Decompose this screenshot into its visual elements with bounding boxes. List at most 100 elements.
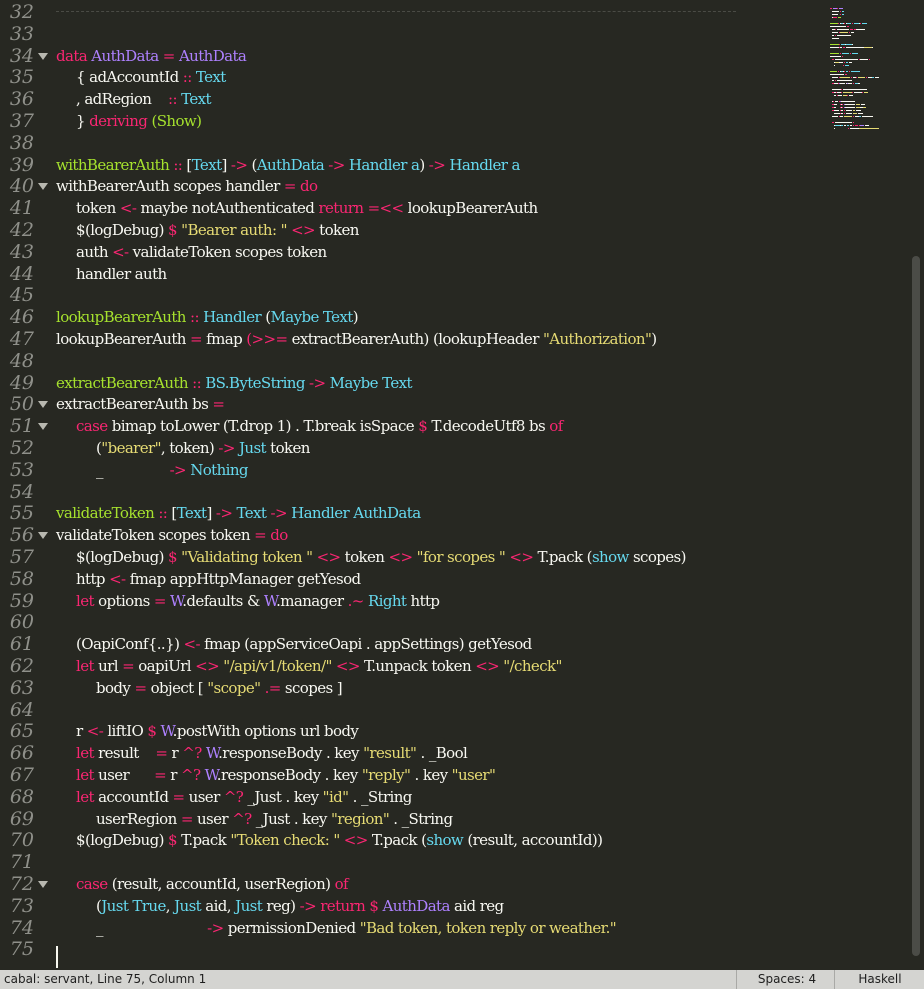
- code-line[interactable]: , adRegion :: Text: [76, 88, 212, 110]
- code-token: permissionDenied: [227, 918, 360, 937]
- code-token: =: [212, 395, 225, 414]
- fold-arrow-icon[interactable]: [38, 183, 48, 191]
- code-line[interactable]: handler auth: [76, 263, 167, 285]
- code-token: T.pack: [181, 831, 231, 850]
- code-token: <>: [509, 548, 538, 566]
- line-number: 50: [9, 393, 34, 416]
- code-line[interactable]: (Just True, Just aid, Just reg) -> retur…: [96, 895, 504, 917]
- code-token: extractBearerAuth) (lookupHeader: [291, 330, 543, 348]
- minimap-stroke: [853, 110, 855, 111]
- code-token: "region": [330, 809, 394, 828]
- minimap-stroke: [844, 23, 845, 24]
- code-line[interactable]: case bimap toLower (T.drop 1) . T.break …: [76, 415, 563, 437]
- code-line[interactable]: _ -> Nothing: [96, 459, 249, 481]
- minimap-stroke: [845, 74, 847, 75]
- minimap-stroke: [846, 71, 848, 72]
- minimap-stroke: [842, 56, 843, 57]
- minimap-stroke: [872, 47, 873, 48]
- code-line[interactable]: token <- maybe notAuthenticated return =…: [76, 197, 538, 219]
- minimap-stroke: [841, 92, 842, 93]
- code-line[interactable]: body = object [ "scope" .= scopes ]: [96, 677, 343, 699]
- minimap-stroke: [841, 113, 843, 114]
- code-line[interactable]: validateToken scopes token = do: [56, 524, 288, 546]
- code-line[interactable]: $(logDebug) $ "Bearer auth: " <> token: [76, 219, 359, 241]
- code-token: let: [76, 744, 99, 763]
- code-line[interactable]: ("bearer", token) -> Just token: [96, 437, 310, 459]
- line-number: 59: [9, 589, 34, 612]
- code-token: =: [172, 787, 189, 806]
- minimap-stroke: [862, 23, 867, 24]
- code-token: . _Bool: [420, 744, 468, 763]
- fold-arrow-icon[interactable]: [38, 401, 48, 409]
- code-line[interactable]: extractBearerAuth :: BS.ByteString -> Ma…: [56, 372, 412, 394]
- minimap[interactable]: [830, 0, 910, 150]
- minimap-stroke: [835, 35, 836, 36]
- code-line[interactable]: lookupBearerAuth :: Handler (Maybe Text): [56, 306, 359, 328]
- code-line[interactable]: let url = oapiUrl <> "/api/v1/token/" <>…: [76, 655, 562, 677]
- code-line[interactable]: let result = r ^? W.responseBody . key "…: [76, 742, 468, 764]
- code-line[interactable]: http <- fmap appHttpManager getYesod: [76, 568, 361, 590]
- code-editor[interactable]: 32 33 34 35 36 37 38 39 40 41 42 43 44 45 46 47 48 49 50 51…: [0, 0, 924, 970]
- code-token: ->: [230, 155, 252, 174]
- code-token: case: [76, 417, 112, 436]
- code-line[interactable]: extractBearerAuth bs =: [56, 393, 225, 415]
- code-token: =: [134, 678, 151, 697]
- line-number: 44: [9, 262, 34, 285]
- line-number-gutter: 32 33 34 35 36 37 38 39 40 41 42 43 44 45 46 47 48 49 50 51…: [0, 0, 56, 970]
- code-line[interactable]: let user = r ^? W.responseBody . key "re…: [76, 764, 496, 786]
- code-line[interactable]: r <- liftIO $ W.postWith options url bod…: [76, 720, 359, 742]
- minimap-stroke: [848, 83, 852, 84]
- minimap-stroke: [865, 125, 869, 126]
- fold-arrow-icon[interactable]: [38, 532, 48, 540]
- code-token: "Token check: ": [230, 831, 344, 850]
- code-line[interactable]: (OapiConf{..}) <- fmap (appServiceOapi .…: [76, 633, 532, 655]
- code-line[interactable]: let accountId = user ^? _Just . key "id"…: [76, 786, 412, 808]
- minimap-stroke: [832, 59, 834, 60]
- code-token: <>: [343, 831, 372, 850]
- fold-arrow-icon[interactable]: [38, 52, 48, 60]
- code-line[interactable]: lookupBearerAuth = fmap (>>= extractBear…: [56, 328, 657, 350]
- code-token: Text: [236, 504, 271, 523]
- line-number: 47: [9, 328, 34, 350]
- code-token: ->: [215, 504, 237, 523]
- code-line[interactable]: } deriving (Show): [76, 110, 202, 132]
- code-line[interactable]: { adAccountId :: Text: [76, 66, 226, 88]
- code-line[interactable]: _ -> permissionDenied "Bad token, token …: [96, 917, 617, 939]
- minimap-stroke: [832, 38, 839, 39]
- code-token: T.unpack token: [364, 657, 476, 675]
- minimap-stroke: [861, 104, 865, 105]
- code-token: lookupBearerAuth: [407, 199, 538, 218]
- code-token: , token): [160, 439, 219, 457]
- code-line[interactable]: case (result, accountId, userRegion) of: [76, 873, 349, 895]
- minimap-stroke: [833, 101, 834, 102]
- status-bar: cabal: servant, Line 75, Column 1 Spaces…: [0, 970, 924, 989]
- vertical-scrollbar[interactable]: [912, 256, 920, 956]
- code-line[interactable]: auth <- validateToken scopes token: [76, 241, 327, 263]
- code-line[interactable]: $(logDebug) $ "Validating token " <> tok…: [76, 546, 687, 568]
- code-token: Right: [367, 591, 411, 610]
- code-line[interactable]: let options = W.defaults & W.manager .~ …: [76, 590, 440, 612]
- code-line[interactable]: userRegion = user ^? _Just . key "region…: [96, 808, 453, 830]
- fold-arrow-icon[interactable]: [38, 881, 48, 888]
- minimap-stroke: [875, 77, 879, 78]
- code-line[interactable]: withBearerAuth :: [Text] -> (AuthData ->…: [56, 154, 520, 176]
- code-line[interactable]: $(logDebug) $ T.pack "Token check: " <> …: [76, 829, 603, 851]
- code-line[interactable]: withBearerAuth scopes handler = do: [56, 175, 318, 197]
- minimap-stroke: [838, 71, 839, 72]
- code-line[interactable]: validateToken :: [Text] -> Text -> Handl…: [56, 502, 421, 524]
- code-token: $: [168, 831, 182, 850]
- code-token: "bearer": [101, 439, 161, 457]
- line-number: 60: [9, 611, 34, 634]
- code-line[interactable]: data AuthData = AuthData: [56, 45, 247, 67]
- code-token: $: [147, 722, 161, 741]
- fold-arrow-icon[interactable]: [38, 423, 48, 431]
- minimap-stroke: [835, 59, 858, 60]
- indentation-setting[interactable]: Spaces: 4: [742, 970, 832, 989]
- line-number: 65: [9, 720, 34, 743]
- minimap-stroke: [853, 113, 857, 114]
- minimap-stroke: [837, 80, 852, 81]
- code-token: lookupBearerAuth: [56, 330, 191, 348]
- code-token: userRegion: [96, 809, 181, 828]
- syntax-selector[interactable]: Haskell: [836, 970, 924, 989]
- code-area[interactable]: data AuthData = AuthData{ adAccountId ::…: [56, 0, 826, 970]
